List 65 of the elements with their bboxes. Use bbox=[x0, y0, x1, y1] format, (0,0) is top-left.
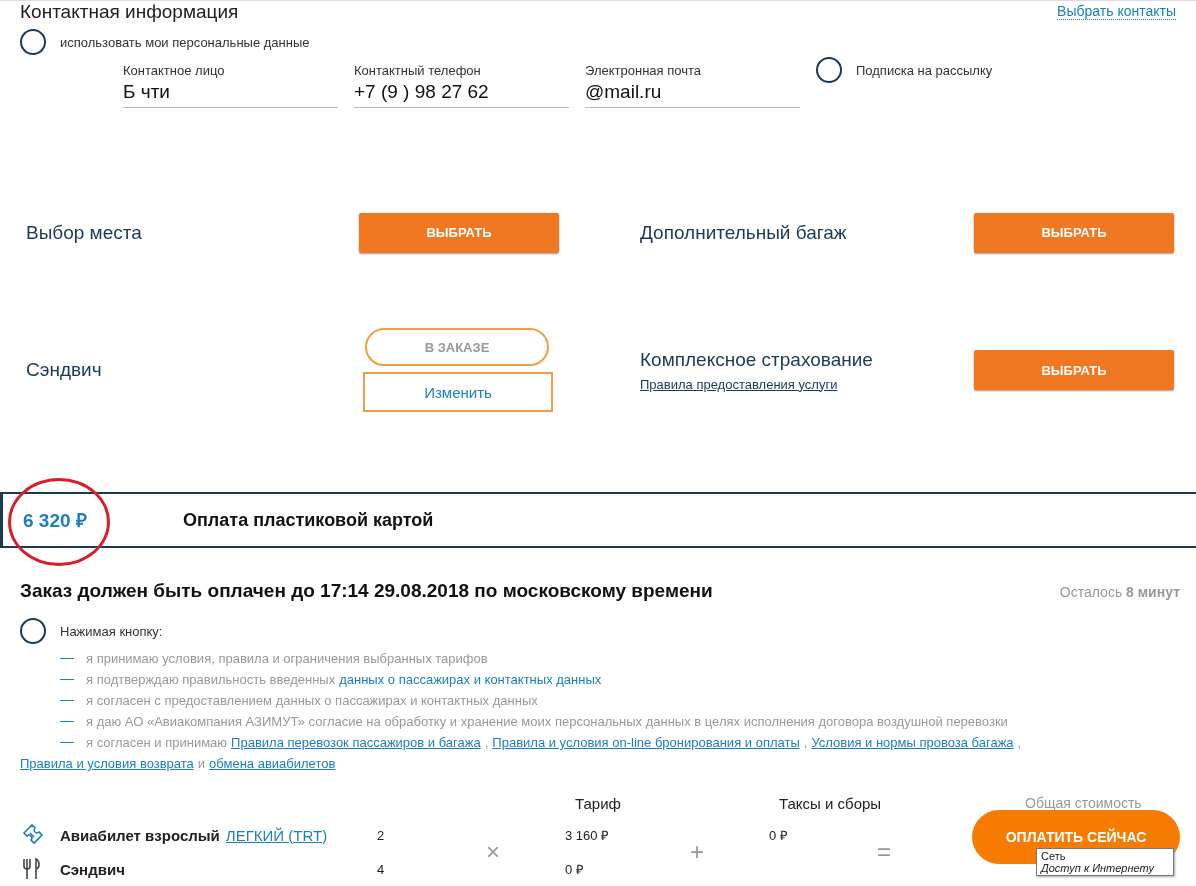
tariff-price: 0 ₽ bbox=[565, 861, 584, 878]
consent-text: я принимаю условия, правила и ограничения выбранных тарифов bbox=[86, 650, 488, 668]
rules-link[interactable]: Правила перевозок пассажиров и багажа bbox=[231, 732, 481, 753]
consent-text: я подтверждаю правильность введенных bbox=[86, 671, 336, 689]
column-header: Таксы и сборы bbox=[779, 794, 883, 812]
dash-icon bbox=[60, 700, 74, 701]
consent-text: я даю АО «Авиакомпания АЗИМУТ» согласие на обработку и хранение моих персональных данных в целях исполнения договора воздушной перевозки bbox=[86, 713, 1008, 731]
field-label: Контактный телефон bbox=[354, 63, 482, 78]
radio-button[interactable] bbox=[20, 618, 46, 644]
tariff-link[interactable]: ЛЕГКИЙ (TRT) bbox=[225, 826, 328, 844]
input-field[interactable]: @mail.ru bbox=[585, 78, 800, 108]
consent-text: , bbox=[484, 734, 489, 752]
select-button[interactable]: ВЫБРАТЬ bbox=[359, 212, 559, 253]
select-button[interactable]: ВЫБРАТЬ bbox=[974, 212, 1174, 253]
consent-text: я согласен и принимаю bbox=[86, 734, 228, 752]
plus-sign: + bbox=[690, 838, 704, 866]
rules-link[interactable]: Правила и условия on-line бронирования и оплаты bbox=[492, 732, 800, 753]
data-link[interactable]: данных о пассажирах и контактных данных bbox=[339, 669, 602, 690]
tooltip-text: Доступ к Интернету bbox=[1041, 862, 1156, 874]
item-name: Авиабилет взрослый bbox=[60, 826, 220, 844]
multiply-sign: × bbox=[486, 838, 500, 866]
column-header: Тариф bbox=[575, 794, 622, 812]
service-name: Комплексное страхование bbox=[640, 348, 874, 371]
consent-text: , bbox=[803, 734, 808, 752]
tariff-price: 3 160 ₽ bbox=[565, 827, 610, 844]
service-name: Выбор места bbox=[26, 221, 143, 244]
rules-link[interactable]: Условия и нормы провоза багажа bbox=[811, 732, 1014, 753]
time-remaining: Осталось 8 минут bbox=[1059, 584, 1180, 600]
quantity: 4 bbox=[377, 861, 385, 877]
change-button[interactable]: Изменить bbox=[363, 372, 553, 412]
input-field[interactable]: +7 (9 ) 98 27 62 bbox=[354, 78, 569, 108]
taxes-price: 0 ₽ bbox=[769, 827, 788, 844]
service-name: Сэндвич bbox=[26, 359, 103, 381]
input-field[interactable]: Б чти bbox=[123, 78, 338, 108]
quantity: 2 bbox=[377, 827, 385, 843]
equals-sign: = bbox=[877, 838, 891, 866]
radio-label: Подписка на рассылку bbox=[856, 62, 993, 78]
rules-link[interactable]: обмена авиабилетов bbox=[209, 753, 336, 774]
select-button[interactable]: ВЫБРАТЬ bbox=[974, 350, 1174, 390]
service-name: Дополнительный багаж bbox=[640, 221, 848, 244]
section-title: Контактная информация bbox=[20, 1, 239, 23]
dash-icon bbox=[60, 679, 74, 680]
dash-icon bbox=[60, 658, 74, 659]
tooltip-title: Сеть bbox=[1041, 850, 1067, 862]
field-label: Контактное лицо bbox=[123, 63, 226, 78]
choose-contacts-link[interactable]: Выбрать контакты bbox=[1057, 3, 1176, 20]
ticket-icon bbox=[20, 823, 44, 847]
consent-text: , bbox=[1017, 734, 1022, 752]
payment-method: Оплата пластиковой картой bbox=[183, 509, 434, 531]
in-order-badge: В ЗАКАЗЕ bbox=[365, 328, 549, 366]
consent-text: и bbox=[197, 755, 206, 773]
item-name: Сэндвич bbox=[60, 860, 125, 878]
column-header: Общая стоимость bbox=[1025, 795, 1143, 811]
deadline-text: Заказ должен быть оплачен до 17:14 29.08.2018 по московскому времени bbox=[20, 580, 713, 602]
dash-icon bbox=[60, 742, 74, 743]
dash-icon bbox=[60, 721, 74, 722]
radio-label: Нажимая кнопку: bbox=[60, 623, 163, 639]
price: 6 320 ₽ bbox=[23, 509, 88, 533]
radio-button[interactable] bbox=[816, 57, 842, 83]
service-rules-link[interactable]: Правила предоставления услуги bbox=[640, 376, 974, 392]
field-label: Электронная почта bbox=[585, 63, 702, 78]
radio-button[interactable] bbox=[20, 29, 46, 55]
radio-label: использовать мои персональные данные bbox=[60, 34, 310, 50]
rules-link[interactable]: Правила и условия возврата bbox=[20, 753, 194, 774]
consent-text: я согласен с предоставлением данных о пассажирах и контактных данных bbox=[86, 692, 538, 710]
